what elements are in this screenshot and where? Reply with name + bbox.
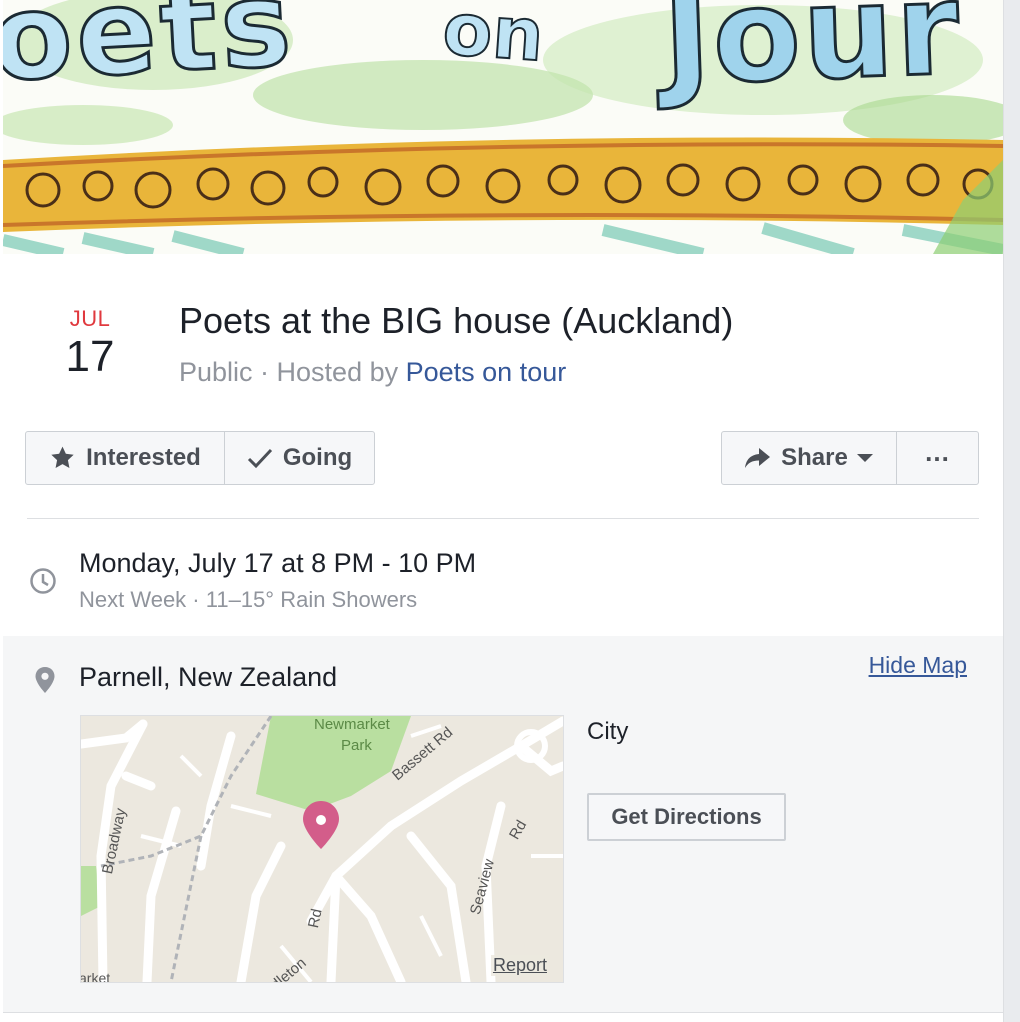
cover-word-left: oets	[3, 0, 300, 109]
map-label-park: Newmarket	[314, 716, 390, 733]
event-time: Monday, July 17 at 8 PM - 10 PM	[79, 548, 477, 578]
location-city: City	[587, 718, 629, 745]
clock-icon	[30, 568, 56, 594]
event-day: 17	[65, 332, 115, 381]
going-label: Going	[282, 444, 353, 471]
get-directions-button[interactable]: Get Directions	[587, 793, 786, 841]
host-link[interactable]: Poets on tour	[406, 357, 567, 387]
privacy-label: Public	[179, 357, 253, 387]
going-button[interactable]: Going	[224, 431, 375, 485]
event-title: Poets at the BIG house (Auckland)	[179, 300, 734, 341]
map-graphic	[81, 716, 563, 982]
event-time-detail: Next Week · 11–15° Rain Showers	[79, 587, 418, 612]
map-label-market: arket	[80, 970, 111, 983]
map-label-park-2: Park	[341, 737, 372, 754]
event-card: oets on Jour JUL 17 Poets at the BIG hou…	[0, 0, 1004, 1022]
event-date: JUL 17	[30, 306, 150, 382]
chevron-down-icon	[856, 454, 873, 462]
bottom-divider	[3, 1012, 1003, 1013]
more-options-icon: ...	[925, 436, 950, 467]
location-section: Parnell, New Zealand Hide Map Newmarket …	[3, 636, 1003, 1012]
share-button[interactable]: Share	[721, 431, 897, 485]
map-report-link[interactable]: Report	[490, 955, 549, 976]
interested-button[interactable]: Interested	[25, 431, 225, 485]
cover-word-right: Jour	[659, 0, 965, 116]
checkmark-icon	[247, 448, 272, 469]
location-map[interactable]: Newmarket Park Bassett Rd Broadway Seavi…	[80, 715, 564, 983]
location-name: Parnell, New Zealand	[79, 662, 338, 692]
more-options-button[interactable]: ...	[896, 431, 979, 485]
share-label: Share	[781, 444, 848, 471]
section-divider	[27, 518, 979, 519]
location-pin-icon	[35, 667, 55, 693]
event-subtitle: Public · Hosted by Poets on tour	[179, 357, 566, 388]
hide-map-link[interactable]: Hide Map	[869, 652, 967, 679]
cover-lettering: oets on Jour	[3, 0, 1003, 160]
star-icon	[51, 446, 74, 468]
share-arrow-icon	[745, 448, 771, 468]
hosted-by-label: · Hosted by	[252, 357, 406, 387]
cover-word-mid: on	[439, 0, 547, 78]
event-month: JUL	[69, 306, 111, 331]
interested-label: Interested	[86, 444, 201, 471]
cover-photo[interactable]: oets on Jour	[3, 0, 1003, 254]
